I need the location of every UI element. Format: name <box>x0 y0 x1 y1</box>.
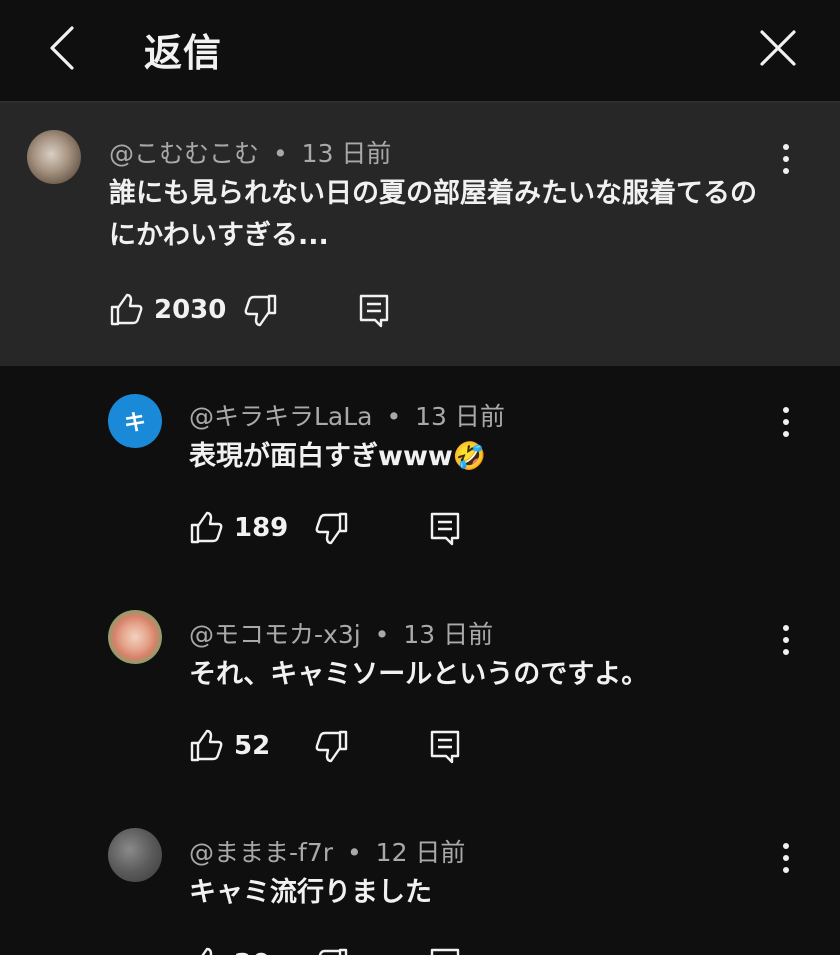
top-bar: 返信 <box>0 0 840 103</box>
avatar[interactable] <box>27 130 81 184</box>
dislike-icon[interactable] <box>244 293 280 329</box>
comment-meta: @ままま-f7r • 12 日前 <box>189 833 465 869</box>
comment-actions: 2030 <box>109 293 409 333</box>
like-icon[interactable] <box>109 293 145 329</box>
more-options-icon[interactable] <box>771 620 801 660</box>
avatar[interactable]: キ <box>108 394 162 448</box>
comment-meta: @こむむこむ • 13 日前 <box>109 134 391 170</box>
comment-text: 誰にも見られない日の夏の部屋着みたいな服着てるのにかわいすぎる... <box>109 178 757 251</box>
avatar-letter: キ <box>123 411 146 436</box>
comment-actions: 52 <box>189 729 489 769</box>
reply-item: キ @キラキラLaLa • 13 日前 表現が面白すぎwww🤣 189 <box>0 366 840 584</box>
author-handle[interactable]: @ままま-f7r <box>189 838 333 867</box>
more-options-icon[interactable] <box>771 402 801 442</box>
reply-icon[interactable] <box>428 947 464 955</box>
more-options-icon[interactable] <box>771 838 801 878</box>
comment-text: 表現が面白すぎwww🤣 <box>189 441 487 472</box>
timestamp: 13 日前 <box>415 402 505 431</box>
parent-comment: @こむむこむ • 13 日前 誰にも見られない日の夏の部屋着みたいな服着てるのに… <box>0 103 840 366</box>
dislike-icon[interactable] <box>315 511 351 547</box>
like-icon[interactable] <box>189 729 225 765</box>
reply-icon[interactable] <box>357 293 393 329</box>
like-count: 20 <box>234 949 270 955</box>
separator: • <box>346 838 362 867</box>
dislike-icon[interactable] <box>315 947 351 955</box>
timestamp: 12 日前 <box>375 838 466 867</box>
like-icon[interactable] <box>189 511 225 547</box>
comment-actions: 189 <box>189 511 489 551</box>
timestamp: 13 日前 <box>403 620 494 649</box>
timestamp: 13 日前 <box>301 139 392 168</box>
reply-icon[interactable] <box>428 511 464 547</box>
comment-meta: @モコモカ-x3j • 13 日前 <box>189 615 493 651</box>
reply-item: @モコモカ-x3j • 13 日前 それ、キャミソールというのですよ。 52 <box>0 584 840 802</box>
like-count: 2030 <box>154 295 227 325</box>
author-handle[interactable]: @モコモカ-x3j <box>189 620 361 649</box>
separator: • <box>386 402 402 431</box>
comment-text: それ、キャミソールというのですよ。 <box>189 659 649 690</box>
back-icon[interactable] <box>44 24 84 72</box>
comment-text: キャミ流行りました <box>189 877 432 908</box>
like-count: 189 <box>234 513 289 543</box>
author-handle[interactable]: @こむむこむ <box>109 139 259 168</box>
dislike-icon[interactable] <box>315 729 351 765</box>
separator: • <box>272 139 288 168</box>
like-icon[interactable] <box>189 947 225 955</box>
reply-item: @ままま-f7r • 12 日前 キャミ流行りました 20 <box>0 802 840 955</box>
more-options-icon[interactable] <box>771 139 801 179</box>
comment-meta: @キラキラLaLa • 13 日前 <box>189 397 505 433</box>
avatar[interactable] <box>108 828 162 882</box>
separator: • <box>374 620 390 649</box>
avatar[interactable] <box>108 610 162 664</box>
reply-icon[interactable] <box>428 729 464 765</box>
page-title: 返信 <box>144 31 223 75</box>
comment-actions: 20 <box>189 947 489 955</box>
close-icon[interactable] <box>758 28 798 68</box>
author-handle[interactable]: @キラキラLaLa <box>189 402 373 431</box>
like-count: 52 <box>234 731 271 761</box>
